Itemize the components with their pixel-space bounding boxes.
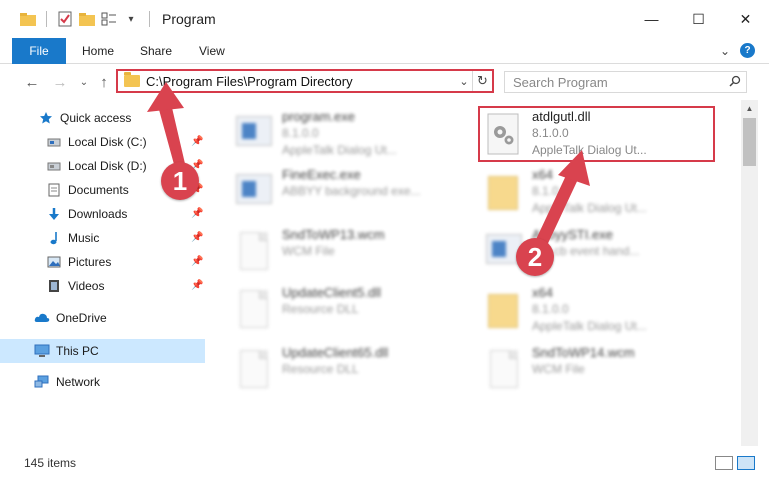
sidebar-item-label: Pictures: [68, 255, 112, 269]
search-input[interactable]: Search Program: [513, 75, 724, 90]
videos-icon: [46, 278, 62, 294]
close-button[interactable]: ✕: [722, 0, 769, 38]
minimize-button[interactable]: —: [628, 0, 675, 38]
pin-icon[interactable]: 📌: [191, 136, 203, 148]
sidebar-item-videos[interactable]: Videos 📌: [0, 274, 205, 298]
sidebar-item-label: Downloads: [68, 207, 128, 221]
address-bar[interactable]: C:\Program Files\Program Directory ⌄ ↻: [116, 69, 494, 93]
quick-access-toolbar: ▾: [20, 11, 154, 27]
help-icon[interactable]: ?: [740, 43, 755, 58]
document-icon: [232, 230, 276, 274]
sidebar-item-quick-access[interactable]: Quick access: [0, 106, 205, 130]
ribbon-tabs: File Home Share View ⌄ ?: [0, 38, 769, 64]
maximize-button[interactable]: ☐: [675, 0, 722, 38]
star-icon: [38, 110, 54, 126]
target-file-highlight: [478, 106, 715, 162]
list-item[interactable]: FineExec.exe ABBYY background exe...: [232, 166, 472, 220]
folder-icon[interactable]: [20, 11, 36, 27]
pin-icon[interactable]: 📌: [191, 280, 203, 292]
dll-gear-icon: [232, 288, 276, 332]
address-row: ← → ⌄ ↑ C:\Program Files\Program Directo…: [0, 64, 769, 100]
sidebar-item-this-pc[interactable]: This PC: [0, 339, 205, 363]
sidebar-item-label: Documents: [68, 183, 129, 197]
window-title: Program: [162, 11, 216, 27]
divider: [149, 11, 150, 27]
sidebar-item-music[interactable]: Music 📌: [0, 226, 205, 250]
sidebar-item-label: This PC: [56, 344, 99, 358]
drive-icon: [46, 158, 62, 174]
new-folder-icon[interactable]: [79, 11, 95, 27]
properties-icon[interactable]: [57, 11, 73, 27]
vertical-scrollbar[interactable]: ▲: [741, 100, 758, 446]
list-item[interactable]: x64 8.1.0.0 AppleTalk Dialog Ut...: [482, 166, 712, 220]
expand-ribbon-icon[interactable]: ⌄: [720, 44, 730, 58]
list-item[interactable]: UpdateClient65.dll Resource DLL: [232, 344, 472, 398]
sidebar-item-label: OneDrive: [56, 311, 107, 325]
chevron-down-icon[interactable]: ⌄: [456, 75, 472, 88]
back-button[interactable]: ←: [22, 72, 42, 92]
navigation-pane: Quick access Local Disk (C:) 📌 Local Dis…: [0, 100, 205, 446]
step-1-badge: 1: [161, 162, 199, 200]
title-bar: ▾ Program — ☐ ✕: [0, 0, 769, 38]
music-icon: [46, 230, 62, 246]
tab-view[interactable]: View: [199, 38, 225, 64]
computer-icon: [34, 343, 50, 359]
folder-icon: [482, 170, 526, 214]
exe-icon: [232, 170, 276, 214]
details-view-icon[interactable]: [715, 456, 733, 470]
item-count: 145 items: [24, 456, 77, 470]
tab-file[interactable]: File: [12, 38, 66, 64]
network-icon: [34, 374, 50, 390]
pictures-icon: [46, 254, 62, 270]
sidebar-item-label: Local Disk (C:): [68, 135, 147, 149]
list-item[interactable]: SndToWP14.wcm WCM File: [482, 344, 712, 398]
pin-icon[interactable]: 📌: [191, 208, 203, 220]
sidebar-item-label: Network: [56, 375, 101, 389]
drive-icon: [46, 134, 62, 150]
sidebar-item-pictures[interactable]: Pictures 📌: [0, 250, 205, 274]
documents-icon: [46, 182, 62, 198]
scroll-up-button[interactable]: ▲: [741, 100, 758, 117]
sidebar-item-label: Music: [68, 231, 100, 245]
sidebar-item-downloads[interactable]: Downloads 📌: [0, 202, 205, 226]
exe-icon: [232, 112, 276, 156]
pin-icon[interactable]: 📌: [191, 256, 203, 268]
address-path[interactable]: C:\Program Files\Program Directory: [146, 74, 456, 89]
view-options-icon[interactable]: [101, 11, 117, 27]
list-item[interactable]: UpdateClient5.dll Resource DLL: [232, 284, 472, 338]
pin-icon[interactable]: 📌: [191, 232, 203, 244]
download-icon: [46, 206, 62, 222]
sidebar-item-label: Videos: [68, 279, 105, 293]
sidebar-item-network[interactable]: Network: [0, 370, 205, 394]
list-item[interactable]: SndToWP13.wcm WCM File: [232, 226, 472, 280]
cloud-icon: [34, 310, 50, 326]
tiles-view-icon[interactable]: [737, 456, 755, 470]
tab-home[interactable]: Home: [82, 38, 114, 64]
customize-toolbar-icon[interactable]: ▾: [123, 11, 139, 27]
search-icon: [724, 75, 746, 90]
tab-share[interactable]: Share: [140, 38, 172, 64]
search-box[interactable]: Search Program: [504, 71, 747, 93]
recent-locations-button[interactable]: ⌄: [74, 72, 94, 92]
list-item[interactable]: x64 8.1.0.0 AppleTalk Dialog Ut...: [482, 284, 712, 338]
scroll-thumb[interactable]: [743, 118, 756, 166]
status-bar: 145 items: [0, 446, 769, 488]
document-icon: [482, 348, 526, 392]
forward-button[interactable]: →: [50, 72, 70, 92]
up-button[interactable]: ↑: [94, 72, 114, 92]
sidebar-item-label: Local Disk (D:): [68, 159, 147, 173]
folder-icon: [482, 288, 526, 332]
sidebar-item-local-disk-c[interactable]: Local Disk (C:) 📌: [0, 130, 205, 154]
step-2-badge: 2: [516, 238, 554, 276]
refresh-button[interactable]: ↻: [472, 71, 492, 91]
divider: [46, 11, 47, 27]
dll-gear-icon: [232, 348, 276, 392]
sidebar-item-label: Quick access: [60, 111, 132, 125]
folder-icon: [124, 72, 140, 87]
list-item[interactable]: program.exe 8.1.0.0 AppleTalk Dialog Ut.…: [232, 108, 472, 162]
sidebar-item-onedrive[interactable]: OneDrive: [0, 306, 205, 330]
